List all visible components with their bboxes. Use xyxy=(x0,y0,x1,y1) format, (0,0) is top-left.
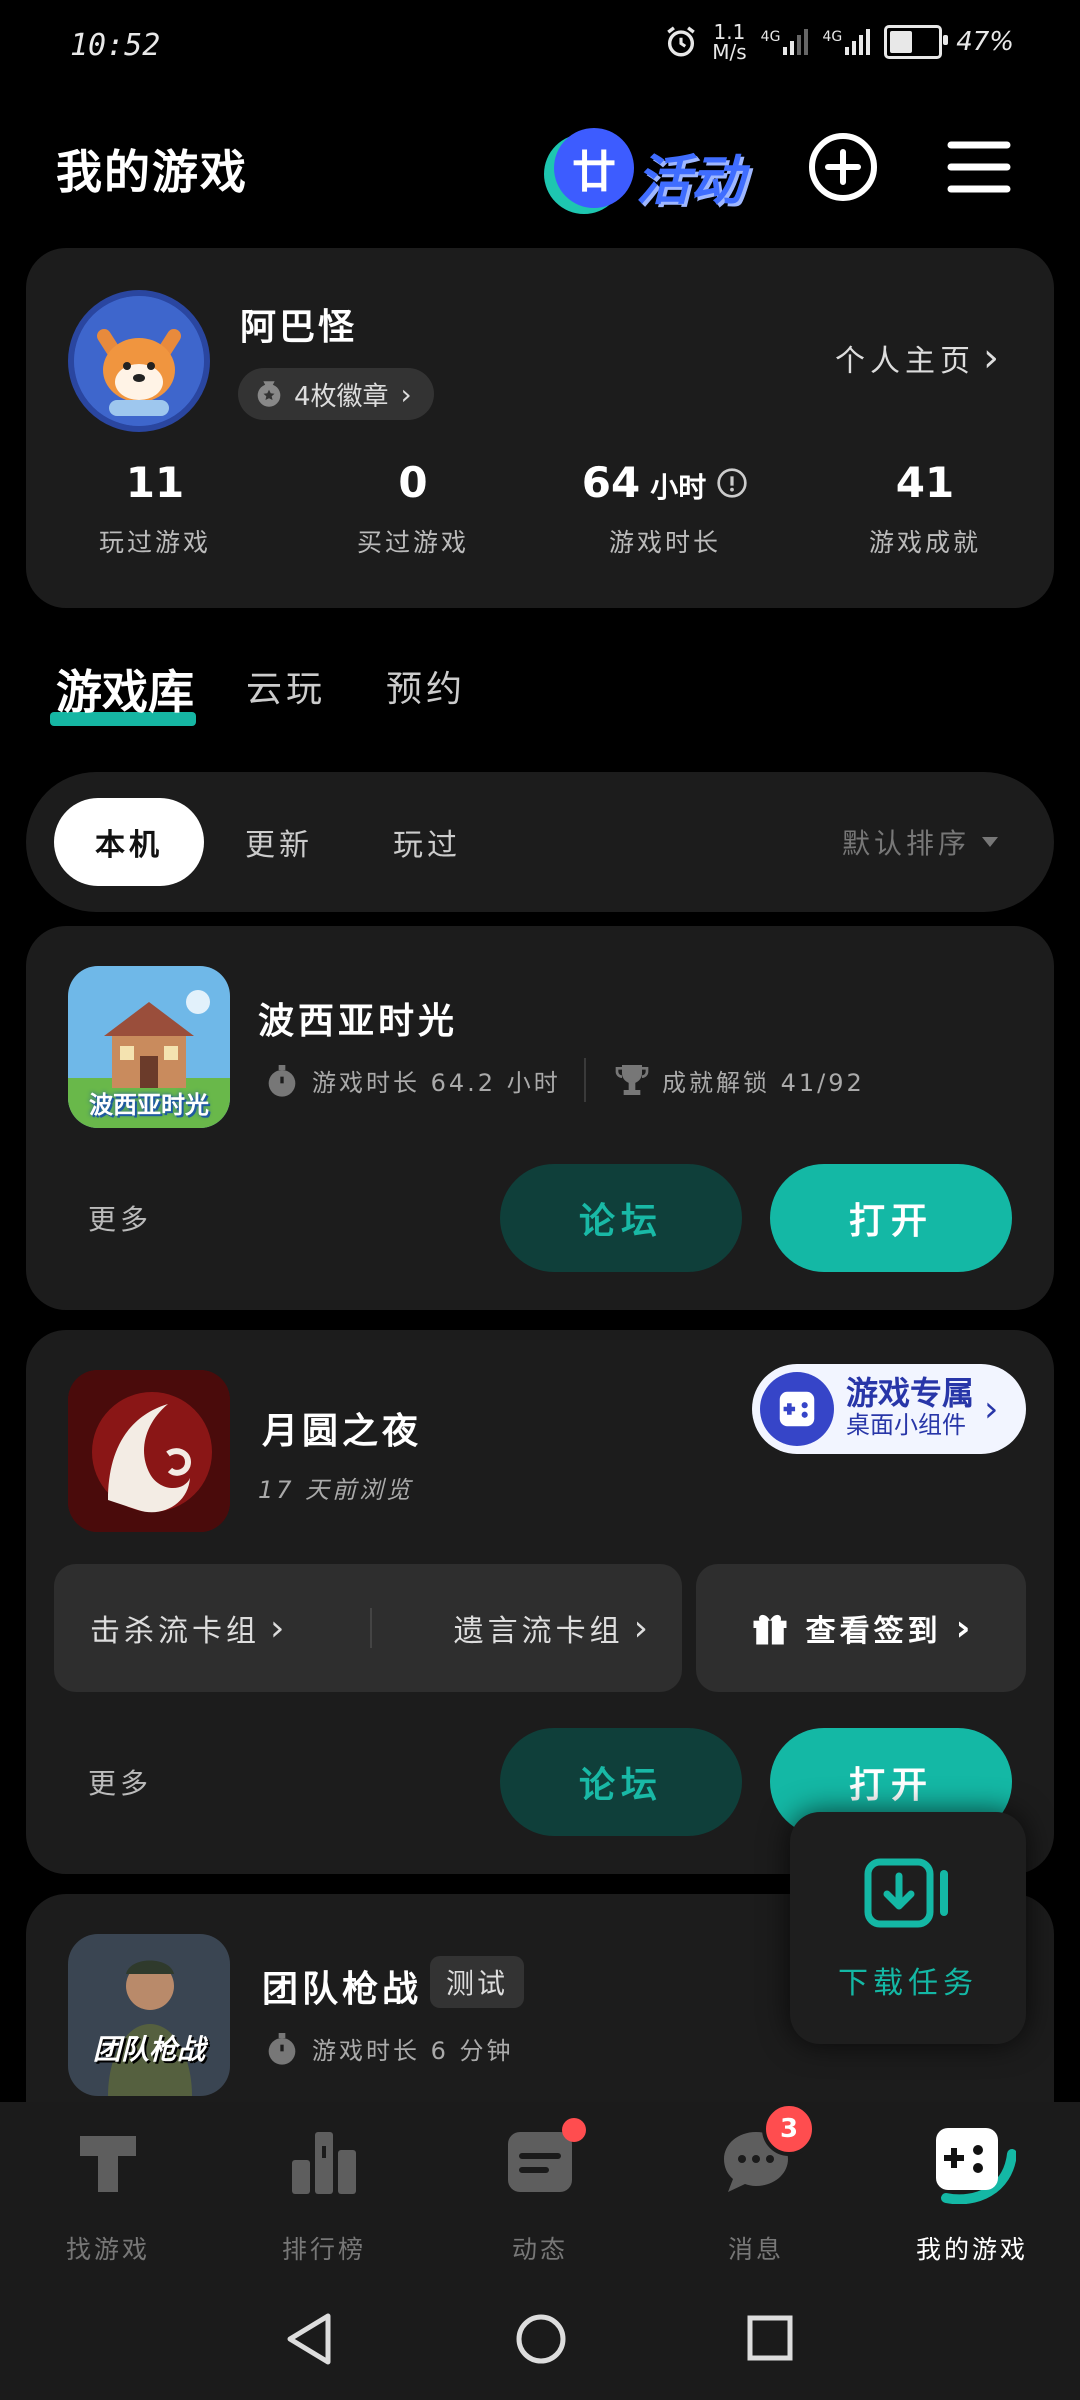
my-games-icon xyxy=(936,2128,1017,2205)
download-tasks-button[interactable]: 下载任务 xyxy=(790,1812,1026,2044)
battery-icon xyxy=(884,25,949,59)
moonnight-cover-icon xyxy=(68,1370,230,1532)
chevron-right-icon: › xyxy=(984,1388,999,1430)
game-playtime: 游戏时长 6 分钟 xyxy=(262,2028,514,2068)
sort-dropdown[interactable]: 默认排序 xyxy=(842,822,1000,862)
game-name: 月圆之夜 xyxy=(262,1411,423,1452)
find-games-icon xyxy=(80,2136,136,2192)
deck-link-kill[interactable]: 击杀流卡组 › xyxy=(54,1606,370,1650)
more-link[interactable]: 更多 xyxy=(88,1198,152,1238)
stopwatch-icon xyxy=(268,2033,296,2065)
badges-button[interactable]: 4枚徽章 › xyxy=(238,368,434,420)
download-icon xyxy=(864,1858,948,1928)
test-tag: 测试 xyxy=(430,1956,525,2008)
home-icon[interactable] xyxy=(514,2312,568,2366)
stat-achievements[interactable]: 41 游戏成就 xyxy=(800,458,1050,559)
homepage-link[interactable]: 个人主页 › xyxy=(835,336,1004,380)
game-icon-text: 团队枪战 xyxy=(92,2033,205,2066)
game-name: 团队枪战 xyxy=(262,1969,423,2010)
page-title: 我的游戏 xyxy=(56,145,248,199)
nav-my-games[interactable]: 我的游戏 xyxy=(864,2124,1080,2266)
desktop-widget-button[interactable]: 游戏专属 桌面小组件 › xyxy=(752,1364,1026,1454)
game-icon-text: 波西亚时光 xyxy=(89,1091,209,1119)
gift-icon: 廿 xyxy=(554,128,634,208)
checkin-button[interactable]: 查看签到 › xyxy=(696,1564,1026,1692)
tab-reserve[interactable]: 预约 xyxy=(386,660,466,712)
status-bar: 10:52 1.1 M/s 4G 4G 47% xyxy=(0,0,1080,96)
nav-messages[interactable]: 3 消息 xyxy=(648,2102,864,2266)
stat-playtime[interactable]: 64 小时 游戏时长 xyxy=(540,458,790,559)
game-icon-teamgun[interactable]: 团队枪战 xyxy=(68,1934,230,2096)
gift-icon xyxy=(753,1614,787,1645)
widget-subtitle: 桌面小组件 xyxy=(846,1411,966,1439)
add-button[interactable] xyxy=(806,130,880,204)
game-icon-moonnight[interactable] xyxy=(68,1370,230,1532)
teamgun-cover-icon xyxy=(68,1934,230,2096)
badges-label: 4枚徽章 xyxy=(294,381,389,412)
info-icon[interactable] xyxy=(716,467,748,499)
status-time: 10:52 xyxy=(70,28,161,63)
forum-button[interactable]: 论坛 xyxy=(500,1164,742,1272)
widget-title: 游戏专属 xyxy=(846,1374,975,1412)
deck-link-will[interactable]: 遗言流卡组 › xyxy=(372,1606,682,1650)
more-link[interactable]: 更多 xyxy=(88,1762,152,1802)
chevron-right-icon: › xyxy=(983,335,1004,381)
nav-feed[interactable]: 动态 xyxy=(432,2118,648,2266)
chevron-right-icon: › xyxy=(400,377,412,411)
filter-local[interactable]: 本机 xyxy=(54,798,204,886)
stat-bought[interactable]: 0 买过游戏 xyxy=(288,458,538,559)
caret-down-icon xyxy=(982,837,998,847)
plus-circle-icon xyxy=(809,133,877,201)
avatar[interactable] xyxy=(68,290,210,432)
ranking-icon xyxy=(292,2132,356,2194)
network-speed: 1.1 M/s xyxy=(712,20,747,64)
chevron-right-icon: › xyxy=(955,1607,975,1649)
alarm-icon xyxy=(667,26,696,57)
recents-icon[interactable] xyxy=(746,2314,794,2362)
game-playtime: 游戏时长 64.2 小时 xyxy=(262,1060,561,1100)
filter-played[interactable]: 玩过 xyxy=(362,798,492,886)
shiba-avatar-icon xyxy=(74,296,204,426)
deck-links: 击杀流卡组 › 遗言流卡组 › xyxy=(54,1564,682,1692)
download-label: 下载任务 xyxy=(838,1966,978,2001)
gamepad-icon xyxy=(760,1372,834,1446)
tab-library[interactable]: 游戏库 xyxy=(56,656,194,722)
filter-updates[interactable]: 更新 xyxy=(214,798,344,886)
battery-percent: 47% xyxy=(956,27,1014,57)
notification-dot xyxy=(562,2118,586,2142)
chevron-right-icon: › xyxy=(270,1607,289,1649)
game-icon-portia[interactable]: 波西亚时光 xyxy=(68,966,230,1128)
nav-ranking[interactable]: 排行榜 xyxy=(216,2124,432,2266)
activity-button[interactable]: 廿 活动 xyxy=(540,118,750,218)
signal-1-icon: 4G xyxy=(761,29,809,55)
forum-button[interactable]: 论坛 xyxy=(500,1728,742,1836)
username: 阿巴怪 xyxy=(240,307,358,348)
stat-played[interactable]: 11 玩过游戏 xyxy=(30,458,280,559)
system-nav xyxy=(0,2298,1080,2378)
meta-divider xyxy=(584,1058,586,1102)
status-indicators: 1.1 M/s 4G 4G 47% xyxy=(664,22,1014,62)
nav-find-games[interactable]: 找游戏 xyxy=(0,2124,216,2266)
hamburger-icon xyxy=(947,141,1011,193)
message-count-badge: 3 xyxy=(762,2102,816,2156)
tab-cloud[interactable]: 云玩 xyxy=(246,660,326,712)
chevron-right-icon: › xyxy=(633,1607,652,1649)
game-name: 波西亚时光 xyxy=(258,1001,459,1042)
game-achievements: 成就解锁 41/92 xyxy=(612,1060,865,1100)
activity-label: 活动 xyxy=(636,149,744,212)
menu-button[interactable] xyxy=(942,130,1016,204)
open-button[interactable]: 打开 xyxy=(770,1164,1012,1272)
game-last-viewed: 17 天前浏览 xyxy=(258,1476,414,1504)
stopwatch-icon xyxy=(268,1065,296,1097)
back-icon[interactable] xyxy=(284,2312,334,2366)
signal-2-icon: 4G xyxy=(822,29,871,55)
medal-icon xyxy=(257,381,281,407)
trophy-icon xyxy=(615,1065,649,1095)
